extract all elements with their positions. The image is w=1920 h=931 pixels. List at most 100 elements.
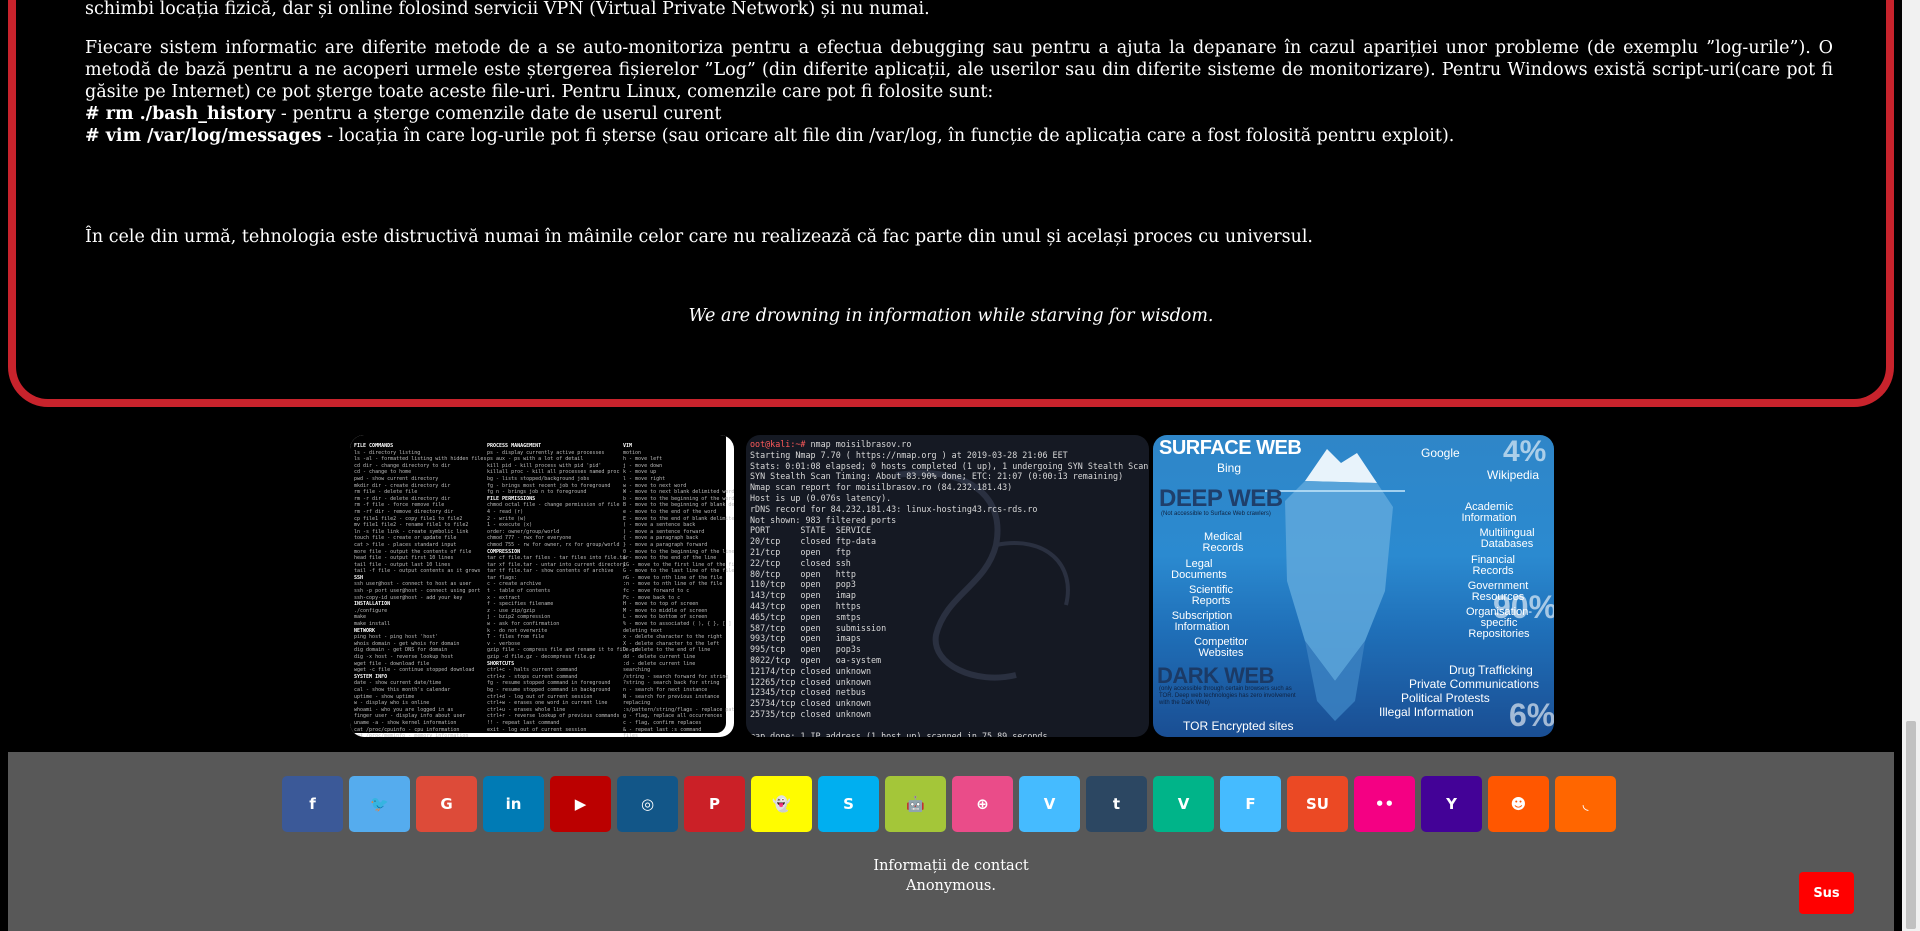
cheatsheet-line: bg - lists stopped/background jobs xyxy=(487,475,590,482)
deep-left-legal: Legal Documents xyxy=(1171,558,1227,581)
vine-icon[interactable]: V xyxy=(1153,776,1214,832)
deep-web-iceberg-image[interactable]: SURFACE WEB 4% Google Bing Wikipedia DEE… xyxy=(1153,435,1554,737)
cheatsheet-line: VIM xyxy=(487,733,497,737)
cheatsheet-line: ssh user@host - connect to host as user xyxy=(354,581,472,588)
article-top-line: schimbi locația fizică, dar și online fo… xyxy=(85,0,930,19)
cheatsheet-line: tar xf file.tar - untar into current dir… xyxy=(487,561,626,568)
cheatsheet-line: tar tf file.tar - show contents of archi… xyxy=(487,568,614,575)
cheatsheet-line: touch file - create or update file xyxy=(354,535,457,542)
contact-title: Informații de contact xyxy=(873,858,1029,874)
cheatsheet-line: gzip -d file.gz - decompress file.gz xyxy=(487,654,596,660)
deep-left-competitor: Competitor Websites xyxy=(1194,636,1248,659)
stumbleupon-icon[interactable]: SU xyxy=(1287,776,1348,832)
cheatsheet-line: cd dir - change directory to dir xyxy=(354,462,451,469)
linkedin-icon[interactable]: in xyxy=(483,776,544,832)
facebook-icon[interactable]: f xyxy=(282,776,343,832)
cheatsheet-line: N - search for previous instance xyxy=(623,693,720,700)
cheatsheet-line: & - repeat last :s command xyxy=(623,726,702,733)
snapchat-icon[interactable]: 👻 xyxy=(751,776,812,832)
cheatsheet-line: SSH xyxy=(354,574,364,581)
cheatsheet-line: FILE COMMANDS xyxy=(354,443,394,449)
cheatsheet-line: ( - move a sentence back xyxy=(623,522,696,529)
deep-web-subtitle: (Not accessible to Surface Web crawlers) xyxy=(1161,511,1271,517)
page-scrollbar[interactable] xyxy=(1902,0,1920,931)
rss-icon[interactable]: ◟ xyxy=(1555,776,1616,832)
cheatsheet-line: pwd - show current directory xyxy=(354,475,439,482)
cheatsheet-line: tail -f file - output contents as it gro… xyxy=(354,568,481,575)
cheatsheet-line: rm -r dir - delete directory dir xyxy=(354,495,451,502)
cheatsheet-line: order: owner/group/world xyxy=(487,528,560,535)
cheatsheet-line: t - table of contents xyxy=(487,588,551,595)
deep-left-subscription: Subscription Information xyxy=(1171,610,1233,633)
cheatsheet-line: /string - search forward for string xyxy=(623,673,729,680)
cheatsheet-line: ctrl+r - reverse lookup of previous comm… xyxy=(487,713,620,720)
cheatsheet-line: head file - output first 10 lines xyxy=(354,555,454,562)
youtube-icon[interactable]: ▶ xyxy=(550,776,611,832)
cheatsheet-line: finger user - display info about user xyxy=(354,713,466,720)
surface-web-title: SURFACE WEB xyxy=(1159,437,1302,459)
cheatsheet-line: rm -f file - force remove file xyxy=(354,502,445,509)
twitter-icon[interactable]: 🐦 xyxy=(349,776,410,832)
cheatsheet-line: w - move to next word xyxy=(623,482,687,489)
contact-info: Informații de contact Anonymous. xyxy=(8,856,1894,896)
deep-left-scientific: Scientific Reports xyxy=(1188,584,1234,607)
deep-right-financial: Financial Records xyxy=(1470,554,1516,577)
google-icon[interactable]: G xyxy=(416,776,477,832)
cheatsheet-line: more file - output the contents of file xyxy=(354,548,472,555)
site-footer: f 🐦 Gin ▶ ◎ P 👻 S 🤖 ⊕ Vt V F SU •• Y ☻ ◟ Informații de co… xyxy=(8,752,1894,931)
cheatsheet-line: fg n - brings job n to foreground xyxy=(487,489,587,496)
article-final-sentence: În cele din urmă, tehnologia este distru… xyxy=(85,227,1313,247)
tumblr-icon[interactable]: t xyxy=(1086,776,1147,832)
yahoo-icon[interactable]: Y xyxy=(1421,776,1482,832)
cheatsheet-line: cat > file - places standard input xyxy=(354,541,457,548)
flickr-icon[interactable]: •• xyxy=(1354,776,1415,832)
terminal-command: nmap moisilbrasov.ro xyxy=(810,439,912,449)
cheatsheet-line: mkdir dir - create directory dir xyxy=(354,482,451,489)
cheatsheet-line: chmod 755 - rw for owner, rx for group/w… xyxy=(487,541,620,548)
cheatsheet-line: tail file - output last 10 lines xyxy=(354,561,451,568)
deep-right-organisation: Organisation-specific Repositories xyxy=(1465,606,1533,640)
back-to-top-button[interactable]: Sus xyxy=(1799,872,1854,914)
cheatsheet-line: ps - display currently active processes xyxy=(487,449,605,456)
instagram-icon[interactable]: ◎ xyxy=(617,776,678,832)
cheatsheet-line: !! - repeat last command xyxy=(487,719,560,726)
vimeo-icon[interactable]: V xyxy=(1019,776,1080,832)
cheatsheet-line: fg - brings most recent job to foregroun… xyxy=(487,482,611,489)
cheatsheet-column-2: PROCESS MANAGEMENT ps - display currently… xyxy=(487,443,638,737)
scrollbar-thumb[interactable] xyxy=(1906,721,1916,929)
cheatsheet-line: k - do not overwrite xyxy=(487,627,548,634)
cheatsheet-line: cat /proc/cpuinfo - cpu information xyxy=(354,726,460,733)
cheatsheet-line: uptime - show uptime xyxy=(354,693,415,700)
cheatsheet-line: dig domain - get DNS for domain xyxy=(354,647,448,654)
cheatsheet-line: FILE PERMISSIONS xyxy=(487,495,536,502)
reddit-icon[interactable]: ☻ xyxy=(1488,776,1549,832)
cheatsheet-line: ls -al - formatted listing with hidden f… xyxy=(354,456,487,463)
cheatsheet-line: ssh-copy-id user@host - add your key xyxy=(354,594,463,601)
dark-item-private: Private Communications xyxy=(1409,677,1540,691)
cheatsheet-line: :d - delete current line xyxy=(623,660,696,667)
cheatsheet-line: ssh -p port user@host - connect using po… xyxy=(354,588,481,595)
nmap-terminal-image[interactable]: oot@kali:~# nmap moisilbrasov.ro Startin… xyxy=(746,435,1149,737)
cheatsheet-line: w - ask for confirmation xyxy=(487,621,560,628)
command-rm-desc: - pentru a șterge comenzile date de user… xyxy=(275,104,722,124)
dribbble-icon[interactable]: ⊕ xyxy=(952,776,1013,832)
cheatsheet-line: z - use zip/gzip xyxy=(487,607,536,614)
skype-icon[interactable]: S xyxy=(818,776,879,832)
foursquare-icon[interactable]: F xyxy=(1220,776,1281,832)
cheatsheet-line: D - delete to the end of line xyxy=(623,647,711,654)
cheatsheet-line: l - move right xyxy=(623,475,666,482)
deep-right-academic: Academic Information xyxy=(1461,501,1517,524)
pinterest-icon[interactable]: P xyxy=(684,776,745,832)
cheatsheet-line: whoami - who you are logged in as xyxy=(354,706,454,713)
cheatsheet-line: ?string - search back for string xyxy=(623,680,720,687)
command-vim-desc: - locația în care log-urile pot fi șters… xyxy=(321,126,1455,146)
cheatsheet-line: % - move to associated ( ), { }, [ ] xyxy=(623,621,732,628)
linux-cheatsheet-image[interactable]: FILE COMMANDS ls - directory listing ls -a… xyxy=(350,435,734,737)
cheatsheet-line: 0 - move to the beginning of the line xyxy=(623,548,734,555)
cheatsheet-line: ctrl+z - stops current command xyxy=(487,673,578,680)
android-icon[interactable]: 🤖 xyxy=(885,776,946,832)
cheatsheet-line: mv file1 file2 - rename file1 to file2 xyxy=(354,522,469,529)
cheatsheet-line: kill pid - kill process with pid 'pid' xyxy=(487,462,602,469)
cheatsheet-line: n - search for next instance xyxy=(623,686,708,693)
cheatsheet-line: replacing xyxy=(623,700,651,707)
